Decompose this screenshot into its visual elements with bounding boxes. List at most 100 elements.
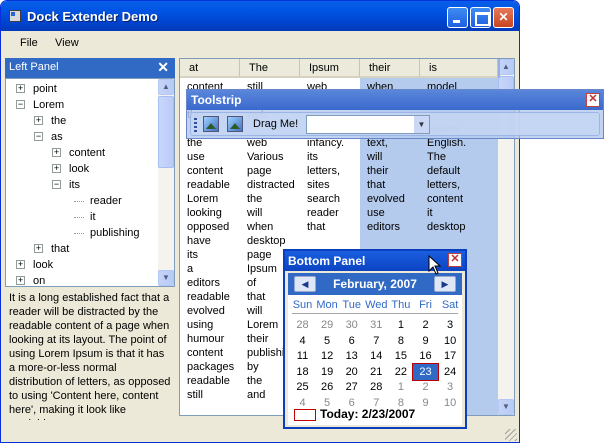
tree-node-its[interactable]: its: [69, 177, 80, 193]
tree-node-point[interactable]: point: [33, 81, 57, 97]
tree-node-content[interactable]: content: [69, 145, 105, 161]
grid-cell[interactable]: readable: [187, 178, 239, 192]
toolstrip-header[interactable]: Toolstrip ✕: [187, 90, 603, 110]
tree-node-it[interactable]: it: [90, 209, 96, 225]
calendar-day[interactable]: 12: [315, 348, 340, 364]
grid-cell[interactable]: desktop: [247, 234, 299, 248]
tree-node-publishing[interactable]: publishing: [90, 225, 140, 241]
grid-cell[interactable]: the: [247, 192, 299, 206]
grid-cell[interactable]: Various: [247, 150, 299, 164]
calendar-day[interactable]: 25: [290, 379, 315, 395]
scroll-thumb[interactable]: [158, 96, 174, 168]
calendar-day[interactable]: 14: [364, 348, 389, 364]
calendar-day[interactable]: 3: [438, 317, 463, 333]
grid-scroll-down-button[interactable]: ▼: [498, 399, 514, 415]
calendar-day[interactable]: 31: [364, 317, 389, 333]
grid-cell[interactable]: reader: [307, 206, 359, 220]
grid-cell[interactable]: have: [187, 234, 239, 248]
minimize-button[interactable]: [447, 7, 468, 28]
grid-cell[interactable]: will: [247, 206, 299, 220]
expand-icon[interactable]: +: [34, 116, 43, 125]
grid-cell[interactable]: sites: [307, 178, 359, 192]
grid-cell[interactable]: that: [307, 220, 359, 234]
calendar-day[interactable]: 5: [315, 333, 340, 349]
calendar-day[interactable]: 10: [438, 333, 463, 349]
calendar-day[interactable]: 4: [290, 333, 315, 349]
grip-handle-icon[interactable]: [194, 118, 197, 132]
calendar-day[interactable]: 17: [438, 348, 463, 364]
close-button[interactable]: ✕: [493, 7, 514, 28]
calendar-day[interactable]: 20: [339, 364, 364, 380]
calendar-day[interactable]: 3: [438, 379, 463, 395]
title-bar[interactable]: Dock Extender Demo ✕: [1, 1, 519, 31]
calendar-day[interactable]: 5: [315, 395, 340, 411]
calendar-day[interactable]: 27: [339, 379, 364, 395]
grid-cell[interactable]: evolved: [367, 192, 419, 206]
grid-cell[interactable]: its: [187, 248, 239, 262]
calendar-day[interactable]: 6: [339, 395, 364, 411]
tree-scrollbar[interactable]: ▲ ▼: [158, 79, 174, 286]
toolstrip-window[interactable]: Toolstrip ✕ Drag Me! ▼: [186, 89, 604, 139]
calendar-day[interactable]: 16: [413, 348, 438, 364]
expand-icon[interactable]: +: [52, 148, 61, 157]
tree-node-reader[interactable]: reader: [90, 193, 122, 209]
calendar-day[interactable]: 23: [412, 362, 439, 381]
calendar-day[interactable]: 2: [413, 317, 438, 333]
expand-icon[interactable]: +: [52, 164, 61, 173]
grid-cell[interactable]: letters,: [427, 178, 497, 192]
grid-cell[interactable]: humour: [187, 332, 239, 346]
tree-node-as[interactable]: as: [51, 129, 63, 145]
tree-node-look[interactable]: look: [69, 161, 89, 177]
grid-cell[interactable]: when: [247, 220, 299, 234]
grid-cell[interactable]: using: [187, 318, 239, 332]
picture-icon-2[interactable]: [227, 116, 243, 132]
grid-cell[interactable]: search: [307, 192, 359, 206]
calendar-day[interactable]: 1: [388, 317, 413, 333]
calendar-day[interactable]: 26: [315, 379, 340, 395]
expand-icon[interactable]: +: [16, 260, 25, 269]
calendar-day[interactable]: 29: [315, 317, 340, 333]
calendar-day[interactable]: 28: [290, 317, 315, 333]
calendar-day[interactable]: 30: [339, 317, 364, 333]
calendar-day[interactable]: 19: [315, 364, 340, 380]
calendar-day[interactable]: 18: [290, 364, 315, 380]
calendar-day[interactable]: 2: [413, 379, 438, 395]
bottom-panel-close-button[interactable]: ✕: [448, 253, 462, 267]
grid-cell[interactable]: desktop: [427, 220, 497, 234]
grid-cell[interactable]: default: [427, 164, 497, 178]
calendar-day[interactable]: 11: [290, 348, 315, 364]
left-panel-close-button[interactable]: ✕: [157, 59, 169, 76]
grid-cell[interactable]: Lorem: [187, 192, 239, 206]
toolstrip-combo[interactable]: ▼: [306, 115, 430, 134]
grid-cell[interactable]: page: [247, 164, 299, 178]
calendar-day[interactable]: 8: [388, 395, 413, 411]
grid-cell[interactable]: editors: [367, 220, 419, 234]
app-icon[interactable]: [9, 10, 21, 22]
grid-cell[interactable]: use: [187, 150, 239, 164]
grid-cell[interactable]: readable: [187, 290, 239, 304]
calendar-day[interactable]: 8: [388, 333, 413, 349]
maximize-button[interactable]: [470, 7, 491, 28]
grid-column-header[interactable]: at: [180, 59, 240, 78]
next-month-button[interactable]: ▶: [434, 276, 456, 292]
tree-node-on[interactable]: on: [33, 273, 45, 286]
toolstrip-close-button[interactable]: ✕: [586, 93, 600, 107]
grid-scroll-up-button[interactable]: ▲: [498, 59, 514, 75]
grid-cell[interactable]: a: [187, 262, 239, 276]
calendar-day[interactable]: 4: [290, 395, 315, 411]
menu-view[interactable]: View: [55, 37, 79, 49]
scroll-down-button[interactable]: ▼: [158, 270, 174, 286]
grid-cell[interactable]: distracted: [247, 178, 299, 192]
grid-cell[interactable]: that: [367, 178, 419, 192]
grid-column-header[interactable]: The: [240, 59, 300, 78]
grid-cell[interactable]: looking: [187, 206, 239, 220]
grid-cell[interactable]: evolved: [187, 304, 239, 318]
calendar-day[interactable]: 9: [413, 395, 438, 411]
grid-cell[interactable]: The: [427, 150, 497, 164]
left-panel-header[interactable]: Left Panel ✕: [5, 58, 175, 78]
tree-node-Lorem[interactable]: Lorem: [33, 97, 64, 113]
calendar-day[interactable]: 22: [388, 364, 413, 380]
grid-cell[interactable]: packages: [187, 360, 239, 374]
drag-me-button[interactable]: Drag Me!: [253, 118, 298, 130]
calendar-day[interactable]: 1: [388, 379, 413, 395]
